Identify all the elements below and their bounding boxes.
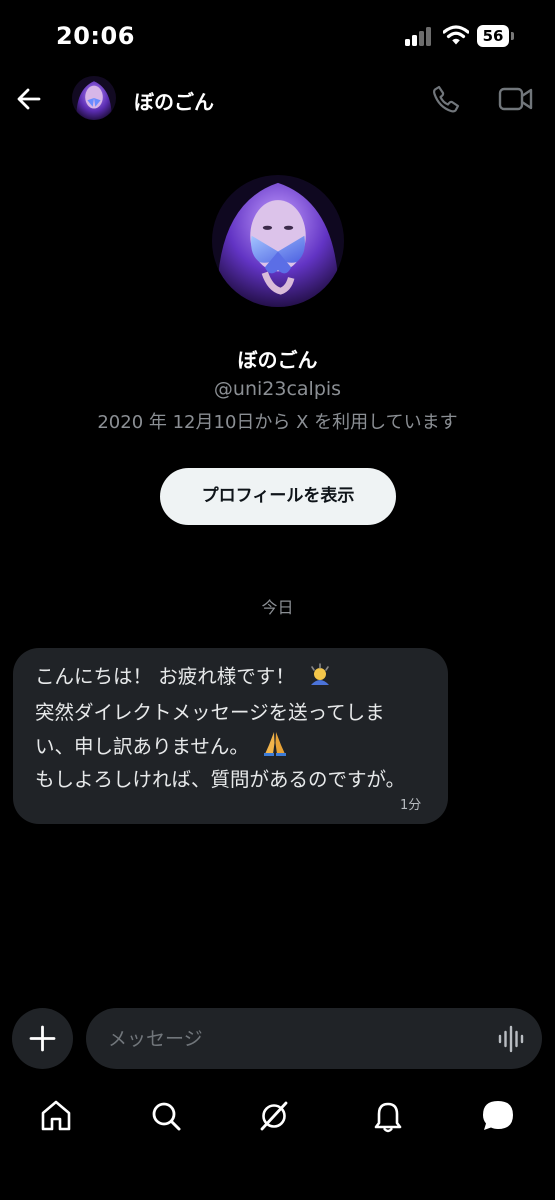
message-text: こんにちは！ お疲れ様です！	[35, 665, 295, 688]
profile-joined-date: 2020 年 12月10日から X を利用しています	[97, 412, 458, 433]
message-timestamp: 1分	[400, 798, 422, 813]
message-text: い、申し訳ありません。	[35, 735, 249, 758]
video-call-icon[interactable]	[498, 84, 534, 114]
message-line: こんにちは！ お疲れ様です！	[35, 660, 333, 689]
profile-handle: @uni23calpis	[213, 378, 342, 400]
bowing-person-emoji-icon	[310, 663, 329, 685]
message-line: 突然ダイレクトメッセージを送ってしま	[35, 701, 385, 724]
add-attachment-button[interactable]	[12, 1008, 73, 1069]
phone-call-icon[interactable]	[430, 83, 462, 115]
message-line: い、申し訳ありません。	[35, 729, 289, 759]
date-separator: 今日	[261, 598, 294, 617]
voice-message-icon[interactable]	[497, 1025, 527, 1053]
plus-icon	[29, 1025, 56, 1052]
profile-name: ぼのごん	[237, 348, 318, 372]
home-icon[interactable]	[38, 1098, 74, 1134]
battery-indicator: 56	[477, 25, 509, 47]
back-arrow-icon[interactable]	[14, 84, 44, 114]
view-profile-button[interactable]: プロフィールを表示	[160, 468, 396, 525]
folded-hands-emoji-icon	[264, 732, 287, 756]
status-time: 20:06	[56, 22, 135, 50]
conversation-title[interactable]: ぼのごん	[134, 86, 214, 115]
wifi-icon	[443, 25, 469, 45]
search-icon[interactable]	[148, 1098, 184, 1134]
message-input[interactable]	[86, 1008, 542, 1069]
messages-icon[interactable]	[480, 1098, 516, 1134]
notifications-icon[interactable]	[370, 1098, 406, 1134]
message-line: もしよろしければ、質問があるのですが。	[35, 768, 406, 791]
battery-tip	[511, 32, 514, 40]
profile-avatar[interactable]	[212, 175, 344, 307]
header-avatar[interactable]	[72, 76, 116, 120]
cellular-signal-icon	[405, 26, 435, 46]
grok-icon[interactable]	[256, 1098, 292, 1134]
